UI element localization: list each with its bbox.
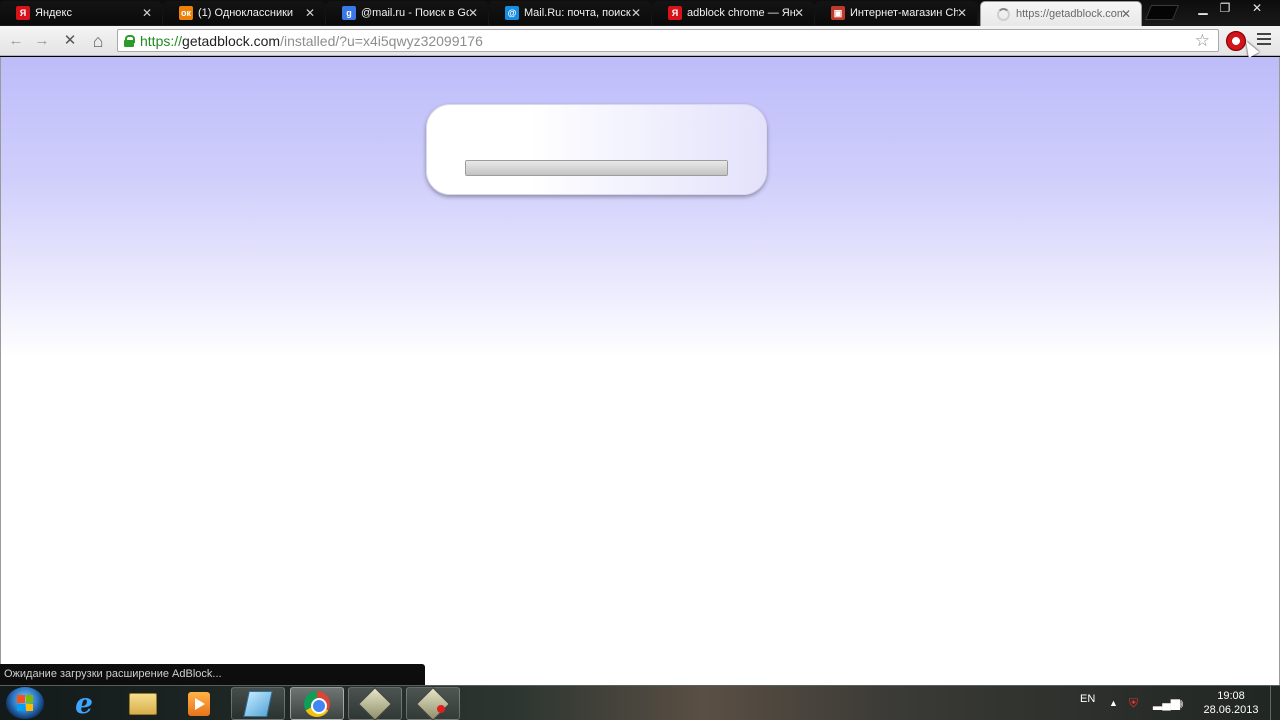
url-scheme: https:// bbox=[140, 32, 183, 49]
maximize-button[interactable]: ❐ bbox=[1210, 0, 1240, 18]
tab-title: Интернет-магазин Chrome bbox=[850, 7, 958, 19]
secure-lock-icon bbox=[124, 34, 135, 47]
close-window-button[interactable]: ✕ bbox=[1242, 0, 1272, 18]
chrome-store-icon: ▣ bbox=[831, 6, 845, 20]
url-path: /installed/?u=x4i5qwyz32099176 bbox=[280, 32, 483, 49]
tab-strip: Я Яндекс ✕ ок (1) Одноклассники ✕ g @mail.ru - … bbox=[0, 0, 1280, 26]
antivirus-tray-icon[interactable]: ⛨ bbox=[1129, 696, 1138, 711]
url-host: getadblock.com bbox=[182, 32, 281, 49]
tab-close-icon[interactable]: ✕ bbox=[631, 6, 641, 20]
windows-taskbar: e EN ▲ ⛨ ▂▄▆ 🔊︎ 19:08 28.06.2013 bbox=[0, 685, 1280, 720]
page-content bbox=[0, 57, 1280, 685]
clock-date: 28.06.2013 bbox=[1203, 704, 1259, 716]
progress-fill bbox=[466, 161, 727, 175]
tab-5[interactable]: Яadblock chrome — Яндекс✕ bbox=[652, 1, 814, 25]
taskbar-windows-explorer[interactable] bbox=[116, 687, 170, 720]
stop-button[interactable]: ✕ bbox=[60, 31, 80, 51]
yandex-icon: Я bbox=[668, 6, 682, 20]
tab-4[interactable]: @ Mail.Ru: почта, поиск ✕ bbox=[489, 1, 651, 25]
language-indicator[interactable]: EN bbox=[1080, 693, 1095, 705]
application-icon bbox=[416, 686, 450, 720]
tab-close-icon[interactable]: ✕ bbox=[957, 6, 967, 20]
tab-close-icon[interactable]: ✕ bbox=[794, 6, 804, 20]
forward-button[interactable]: → bbox=[32, 31, 52, 51]
taskbar-internet-explorer[interactable]: e bbox=[57, 687, 111, 720]
windows-logo-icon bbox=[17, 695, 33, 711]
tab-title: Mail.Ru: почта, поиск bbox=[524, 7, 631, 19]
odnoklassniki-icon: ок bbox=[179, 6, 193, 20]
home-button[interactable]: ⌂ bbox=[88, 31, 108, 51]
system-clock[interactable]: 19:08 28.06.2013 bbox=[1198, 689, 1264, 717]
clock-time: 19:08 bbox=[1217, 690, 1245, 702]
folder-icon bbox=[129, 692, 157, 715]
tab-7[interactable]: https://getadblock.com ✕ bbox=[980, 1, 1142, 26]
install-progress-panel bbox=[426, 104, 767, 195]
internet-explorer-icon: e bbox=[75, 687, 93, 720]
tab-3[interactable]: g @mail.ru - Поиск в Google✕ bbox=[326, 1, 488, 25]
tab-close-icon[interactable]: ✕ bbox=[142, 6, 152, 20]
notepad-icon bbox=[243, 690, 273, 717]
tab-6[interactable]: ▣ Интернет-магазин Chrome✕ bbox=[815, 1, 977, 25]
application-icon bbox=[358, 686, 392, 720]
media-player-icon bbox=[188, 691, 210, 716]
taskbar-notepad[interactable] bbox=[231, 687, 285, 720]
chrome-icon bbox=[304, 690, 330, 717]
taskbar-media-player[interactable] bbox=[172, 687, 226, 720]
tab-close-icon[interactable]: ✕ bbox=[305, 6, 315, 20]
browser-toolbar: ← → ✕ ⌂ https://getadblock.com/installed… bbox=[0, 26, 1280, 56]
tab-title: https://getadblock.com bbox=[1016, 8, 1124, 20]
taskbar-app-generic[interactable] bbox=[348, 686, 402, 720]
tab-title: Яндекс bbox=[35, 7, 72, 19]
bookmark-star-icon[interactable]: ☆ bbox=[1195, 31, 1210, 51]
taskbar-app-recording[interactable] bbox=[406, 686, 460, 720]
google-icon: g bbox=[342, 6, 356, 20]
loading-spinner-icon bbox=[997, 7, 1010, 21]
status-bubble: Ожидание загрузки расширение AdBlock... bbox=[0, 664, 425, 685]
mailru-icon: @ bbox=[505, 6, 519, 20]
show-desktop-button[interactable] bbox=[1270, 686, 1280, 720]
start-button[interactable] bbox=[6, 687, 44, 719]
show-hidden-icons-icon[interactable]: ▲ bbox=[1109, 698, 1118, 708]
volume-icon[interactable]: 🔊︎ bbox=[1175, 696, 1183, 712]
chrome-menu-icon[interactable] bbox=[1257, 33, 1271, 47]
tab-1[interactable]: Я Яндекс ✕ bbox=[0, 1, 162, 25]
tab-2[interactable]: ок (1) Одноклассники ✕ bbox=[163, 1, 325, 25]
tab-title: @mail.ru - Поиск в Google bbox=[361, 7, 469, 19]
address-bar[interactable]: https://getadblock.com/installed/?u=x4i5… bbox=[117, 29, 1219, 52]
tab-title: adblock chrome — Яндекс bbox=[687, 7, 795, 19]
back-button[interactable]: ← bbox=[6, 31, 26, 51]
tab-close-icon[interactable]: ✕ bbox=[468, 6, 478, 20]
tab-title: (1) Одноклассники bbox=[198, 7, 294, 19]
install-progress-bar bbox=[465, 160, 728, 176]
tab-close-icon[interactable]: ✕ bbox=[1121, 7, 1131, 21]
new-tab-button[interactable] bbox=[1144, 5, 1180, 20]
yandex-icon: Я bbox=[16, 6, 30, 20]
record-icon bbox=[437, 705, 445, 713]
taskbar-chrome[interactable] bbox=[290, 687, 344, 720]
